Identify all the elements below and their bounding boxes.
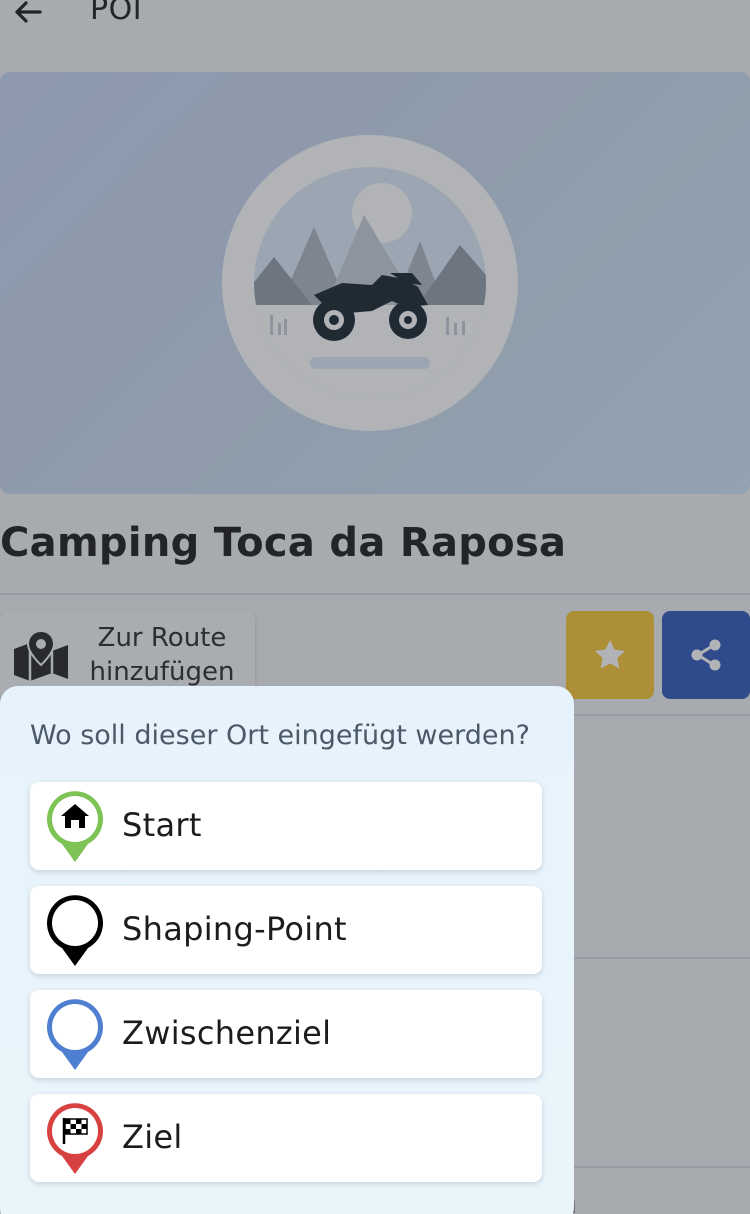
option-start-label: Start [122, 806, 202, 844]
waypoint-pin-icon [47, 999, 103, 1070]
start-home-pin-icon [47, 791, 103, 862]
option-destination-label: Ziel [122, 1118, 183, 1156]
option-shaping-point-label: Shaping-Point [122, 910, 347, 948]
finish-flag-pin-icon [47, 1103, 103, 1174]
popup-question: Wo soll dieser Ort eingefügt werden? [30, 720, 530, 751]
option-destination[interactable]: Ziel [30, 1094, 542, 1182]
option-waypoint[interactable]: Zwischenziel [30, 990, 542, 1078]
insert-position-popup: Wo soll dieser Ort eingefügt werden? Sta… [0, 686, 574, 1214]
option-start[interactable]: Start [30, 782, 542, 870]
shaping-point-pin-icon [47, 895, 103, 966]
option-shaping-point[interactable]: Shaping-Point [30, 886, 542, 974]
option-waypoint-label: Zwischenziel [122, 1014, 332, 1052]
